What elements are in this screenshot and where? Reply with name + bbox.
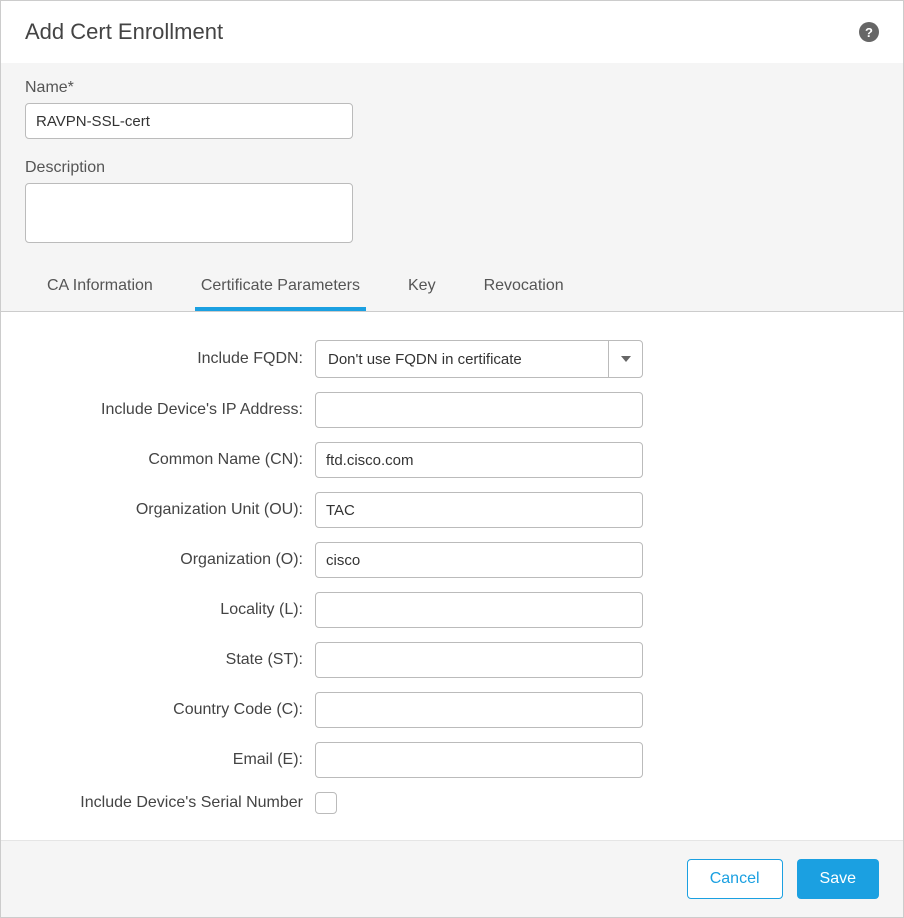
- name-label: Name*: [25, 79, 879, 97]
- serial-number-label: Include Device's Serial Number: [25, 794, 315, 812]
- organization-input[interactable]: [315, 542, 643, 578]
- locality-row: Locality (L):: [25, 592, 879, 628]
- cancel-button[interactable]: Cancel: [687, 859, 783, 899]
- ip-address-input[interactable]: [315, 392, 643, 428]
- name-input[interactable]: [25, 103, 353, 139]
- country-code-label: Country Code (C):: [25, 701, 315, 719]
- description-input[interactable]: [25, 183, 353, 243]
- state-input[interactable]: [315, 642, 643, 678]
- include-fqdn-label: Include FQDN:: [25, 350, 315, 368]
- common-name-label: Common Name (CN):: [25, 451, 315, 469]
- tab-revocation[interactable]: Revocation: [478, 267, 570, 311]
- organization-label: Organization (O):: [25, 551, 315, 569]
- email-label: Email (E):: [25, 751, 315, 769]
- email-input[interactable]: [315, 742, 643, 778]
- tab-key[interactable]: Key: [402, 267, 442, 311]
- organization-row: Organization (O):: [25, 542, 879, 578]
- name-field-group: Name*: [25, 79, 879, 139]
- dialog-title: Add Cert Enrollment: [25, 19, 223, 45]
- state-row: State (ST):: [25, 642, 879, 678]
- organization-unit-input[interactable]: [315, 492, 643, 528]
- tabs: CA Information Certificate Parameters Ke…: [25, 267, 879, 311]
- locality-input[interactable]: [315, 592, 643, 628]
- dialog-header: Add Cert Enrollment ?: [1, 1, 903, 63]
- email-row: Email (E):: [25, 742, 879, 778]
- save-button[interactable]: Save: [797, 859, 879, 899]
- common-name-row: Common Name (CN):: [25, 442, 879, 478]
- form-section: Include FQDN: Don't use FQDN in certific…: [1, 312, 903, 840]
- help-icon[interactable]: ?: [859, 22, 879, 42]
- include-fqdn-select[interactable]: Don't use FQDN in certificate: [315, 340, 643, 378]
- description-field-group: Description: [25, 159, 879, 247]
- ip-address-row: Include Device's IP Address:: [25, 392, 879, 428]
- locality-label: Locality (L):: [25, 601, 315, 619]
- description-label: Description: [25, 159, 879, 177]
- common-name-input[interactable]: [315, 442, 643, 478]
- chevron-down-icon: [608, 341, 642, 377]
- cert-enrollment-dialog: Add Cert Enrollment ? Name* Description …: [0, 0, 904, 918]
- state-label: State (ST):: [25, 651, 315, 669]
- include-fqdn-value: Don't use FQDN in certificate: [328, 351, 522, 368]
- country-code-row: Country Code (C):: [25, 692, 879, 728]
- serial-number-checkbox[interactable]: [315, 792, 337, 814]
- top-section: Name* Description CA Information Certifi…: [1, 63, 903, 311]
- organization-unit-row: Organization Unit (OU):: [25, 492, 879, 528]
- organization-unit-label: Organization Unit (OU):: [25, 501, 315, 519]
- serial-number-row: Include Device's Serial Number: [25, 792, 879, 814]
- ip-address-label: Include Device's IP Address:: [25, 401, 315, 419]
- include-fqdn-row: Include FQDN: Don't use FQDN in certific…: [25, 340, 879, 378]
- country-code-input[interactable]: [315, 692, 643, 728]
- tab-certificate-parameters[interactable]: Certificate Parameters: [195, 267, 366, 311]
- tab-ca-information[interactable]: CA Information: [41, 267, 159, 311]
